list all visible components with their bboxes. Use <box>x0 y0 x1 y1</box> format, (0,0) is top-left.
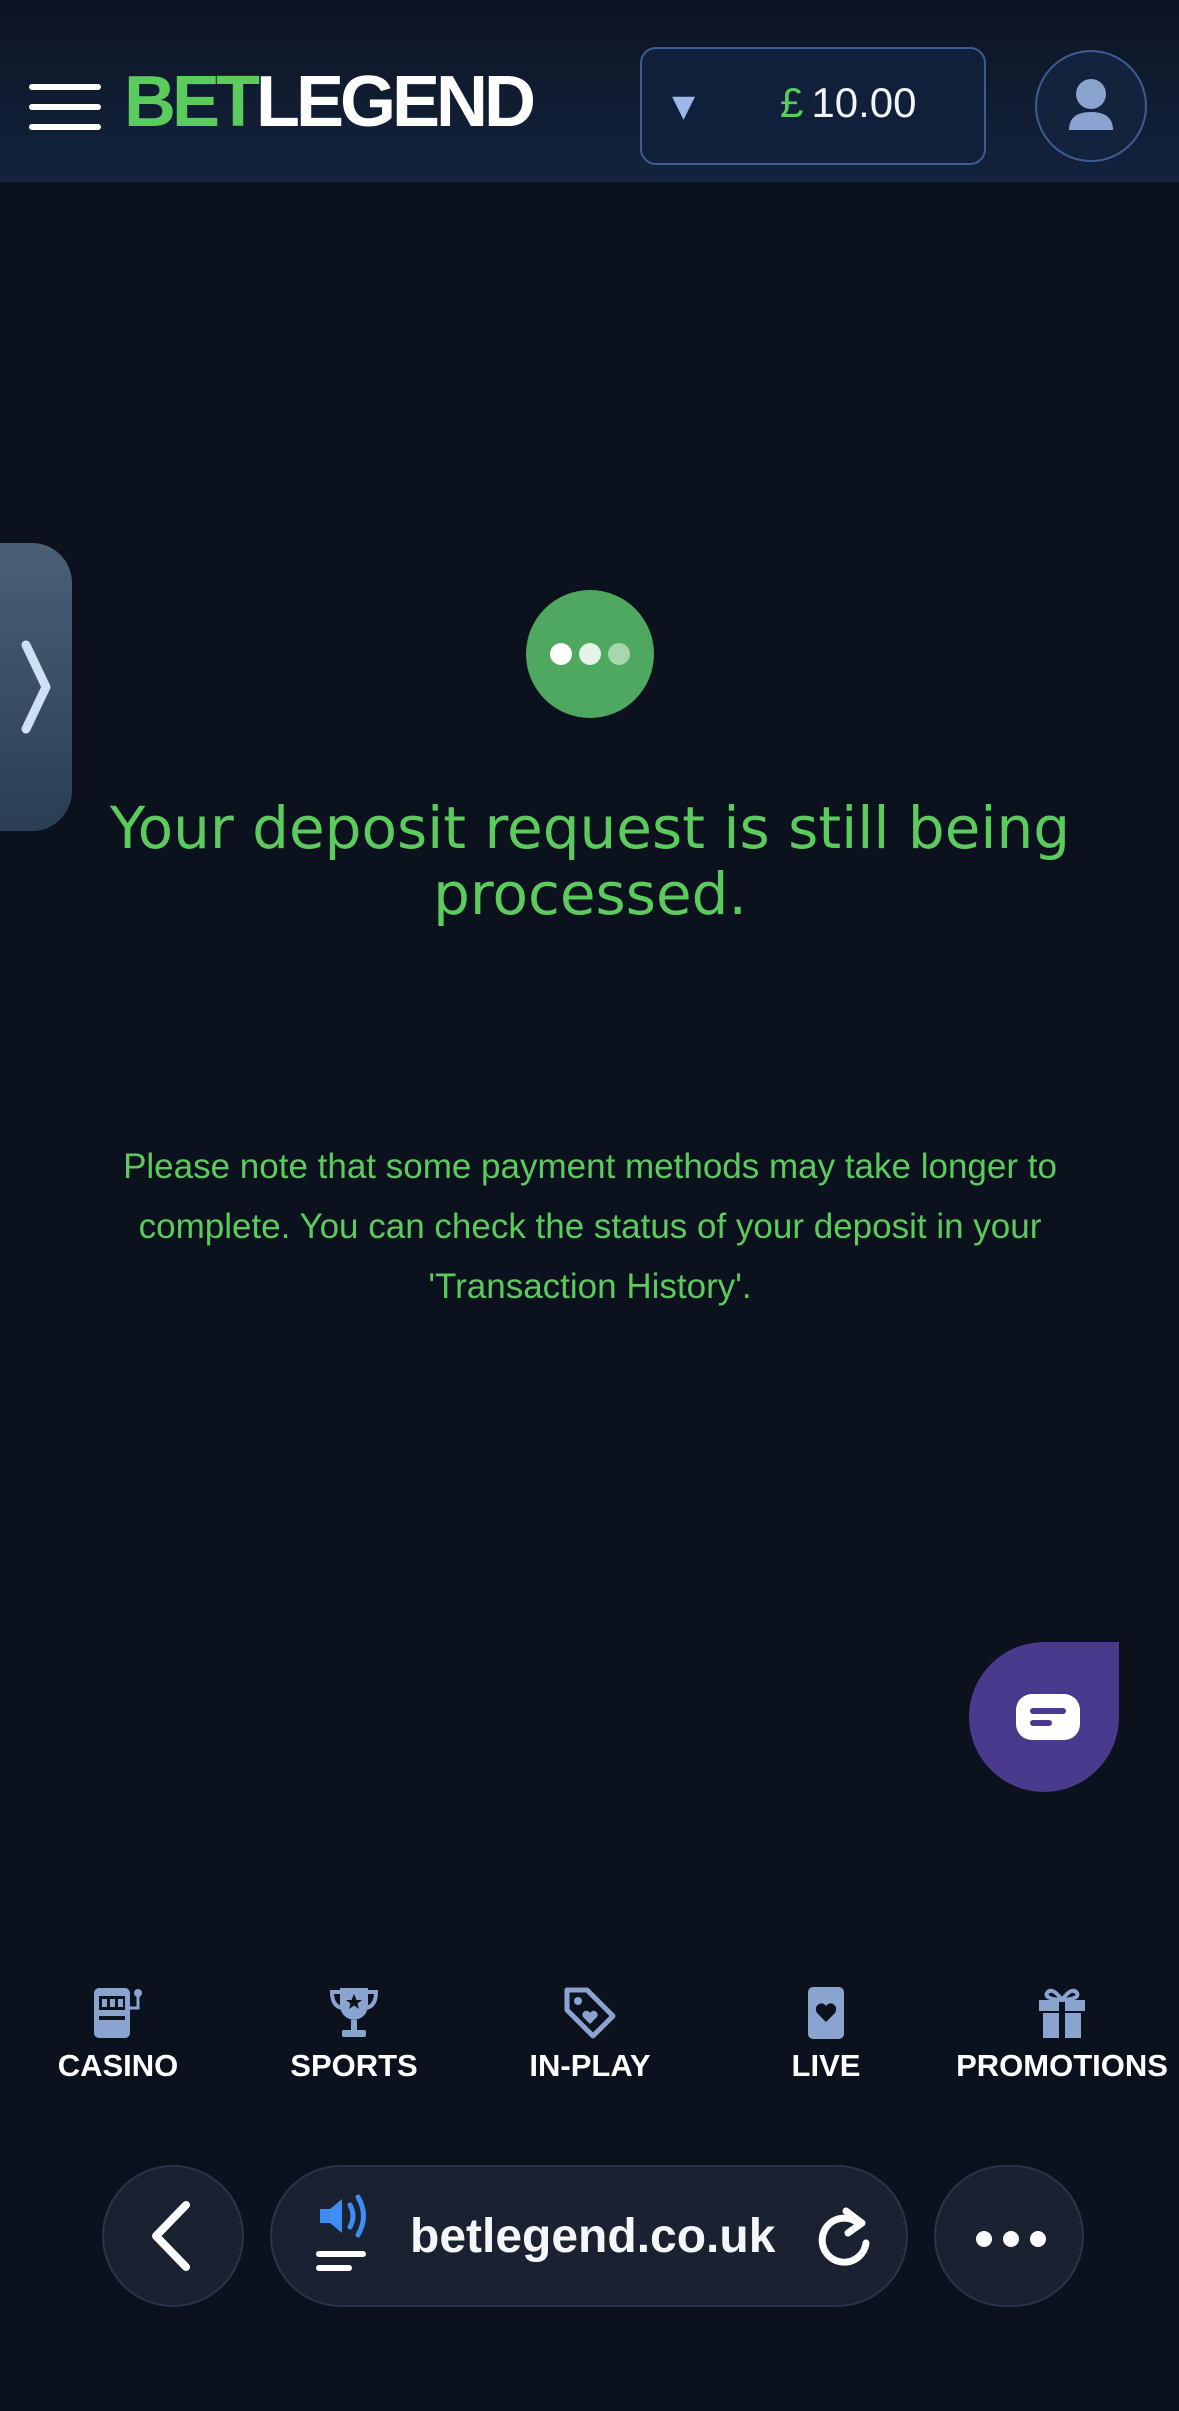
user-icon <box>1069 79 1113 130</box>
chat-icon <box>1016 1694 1080 1740</box>
balance-value: 10.00 <box>811 79 917 126</box>
menu-icon[interactable] <box>29 80 103 136</box>
nav-live-label: LIVE <box>791 2048 861 2083</box>
nav-sports-label: SPORTS <box>290 2048 418 2083</box>
slot-machine-icon <box>94 1988 142 2038</box>
balance-dropdown[interactable]: ▼ £10.00 <box>640 47 986 165</box>
bottom-nav: CASINO SPORTS IN-PLAY LIVE PROMOTIONS <box>0 1980 1179 2100</box>
logo-bet: BET <box>124 62 260 142</box>
balance-amount: £10.00 <box>780 79 916 127</box>
betlegend-logo[interactable]: BETLEGEND <box>124 62 536 142</box>
logo-legend: LEGEND <box>256 62 536 142</box>
browser-more-button[interactable] <box>934 2165 1084 2307</box>
chevron-left-icon <box>152 2201 190 2271</box>
browser-toolbar: betlegend.co.uk <box>0 2150 1179 2411</box>
top-header: BETLEGEND ▼ £10.00 <box>0 0 1179 182</box>
gift-icon <box>1039 1988 1085 2038</box>
status-note: Please note that some payment methods ma… <box>123 1147 1057 1306</box>
tag-icon <box>564 1987 616 2039</box>
caret-down-icon: ▼ <box>672 89 696 124</box>
chevron-right-icon <box>21 640 51 734</box>
nav-in-play-label: IN-PLAY <box>529 2048 651 2083</box>
currency-symbol: £ <box>780 79 804 126</box>
address-bar[interactable]: betlegend.co.uk <box>270 2165 908 2307</box>
status-title: Your deposit request is still being proc… <box>109 794 1071 928</box>
nav-casino-label: CASINO <box>57 2048 179 2083</box>
trophy-icon <box>329 1988 379 2037</box>
processing-spinner <box>526 590 654 718</box>
side-panel-toggle[interactable] <box>0 543 72 831</box>
url-text: betlegend.co.uk <box>410 2210 776 2263</box>
reload-icon[interactable] <box>812 2203 876 2273</box>
live-chat-button[interactable] <box>969 1642 1119 1792</box>
nav-casino[interactable]: CASINO <box>0 1980 236 2098</box>
profile-button[interactable] <box>1035 50 1147 162</box>
nav-promotions-label: PROMOTIONS <box>956 2048 1168 2083</box>
browser-back-button[interactable] <box>102 2165 244 2307</box>
nav-sports[interactable]: SPORTS <box>236 1980 472 2098</box>
nav-promotions[interactable]: PROMOTIONS <box>944 1980 1179 2098</box>
nav-live[interactable]: LIVE <box>708 1980 944 2098</box>
playing-card-icon <box>808 1987 844 2039</box>
reader-audio-icon <box>316 2194 366 2271</box>
nav-in-play[interactable]: IN-PLAY <box>472 1980 708 2098</box>
